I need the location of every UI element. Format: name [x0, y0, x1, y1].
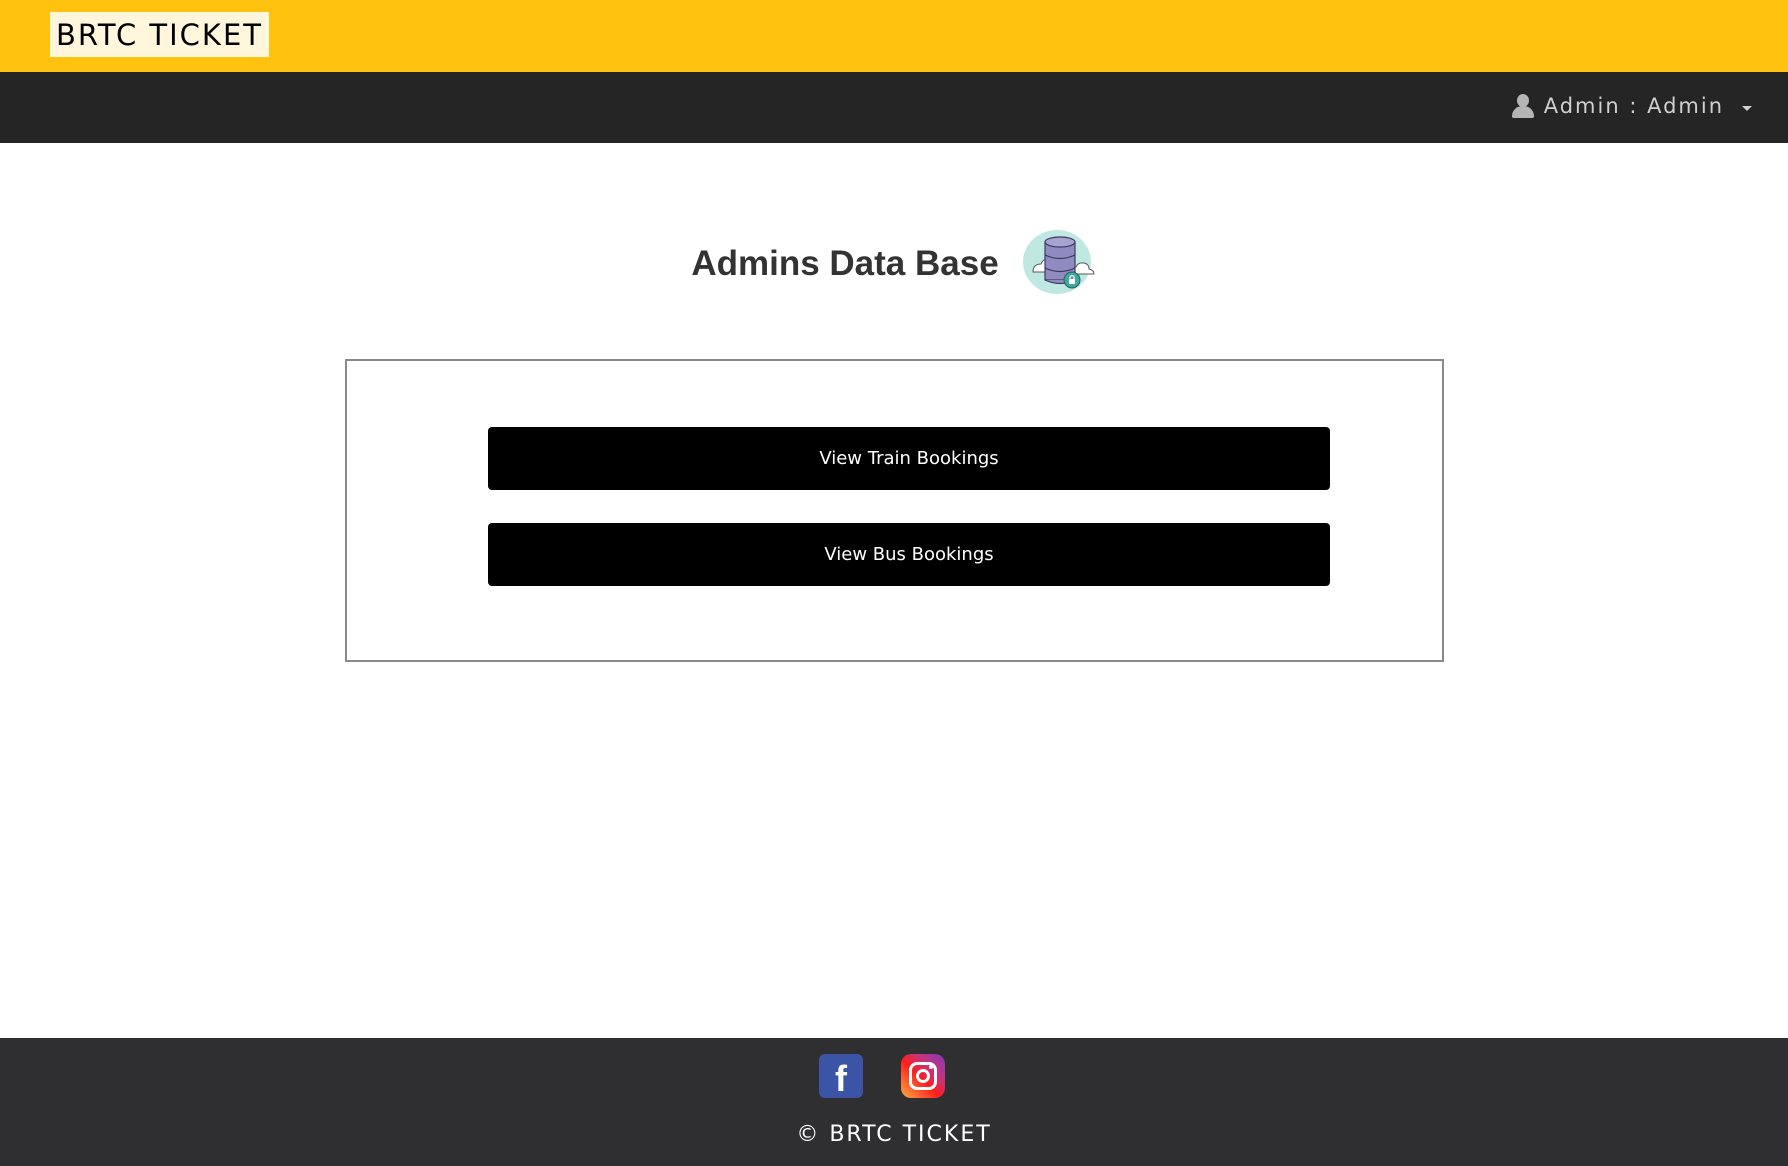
- social-links: f: [0, 1054, 1788, 1099]
- database-cloud-icon: [1022, 230, 1095, 294]
- page-footer: f © BRTC TICKET: [0, 1038, 1788, 1166]
- caret-down-icon: [1742, 105, 1752, 111]
- facebook-icon[interactable]: f: [819, 1054, 863, 1099]
- view-train-bookings-button[interactable]: View Train Bookings: [488, 427, 1330, 490]
- user-account-menu[interactable]: Admin : Admin: [1511, 94, 1752, 118]
- bookings-card: View Train Bookings View Bus Bookings: [345, 359, 1444, 662]
- brand-logo[interactable]: BRTC TICKET: [50, 12, 269, 57]
- top-header-bar: BRTC TICKET: [0, 0, 1788, 72]
- view-bus-bookings-button[interactable]: View Bus Bookings: [488, 523, 1330, 586]
- copyright-text: © BRTC TICKET: [796, 1122, 992, 1147]
- user-menu-label: Admin : Admin: [1543, 94, 1724, 118]
- page-title-section: Admins Data Base: [0, 228, 1788, 300]
- instagram-icon[interactable]: [901, 1054, 945, 1098]
- navigation-bar: Admin : Admin: [0, 72, 1788, 143]
- user-icon: [1511, 94, 1534, 118]
- page-title: Admins Data Base: [691, 244, 999, 283]
